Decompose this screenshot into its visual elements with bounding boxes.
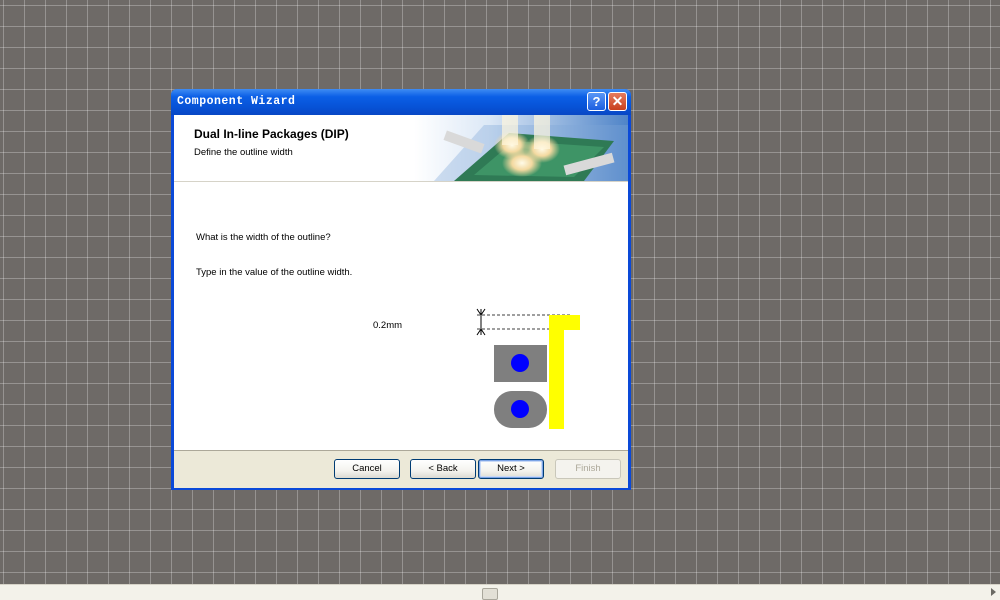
component-wizard-dialog: Component Wizard ? ✕ Dual In-line Packag… xyxy=(171,89,631,490)
back-button[interactable]: < Back xyxy=(410,459,476,479)
window-title: Component Wizard xyxy=(177,95,296,108)
finish-button: Finish xyxy=(555,459,621,479)
page-subtitle: Define the outline width xyxy=(194,147,293,158)
titlebar[interactable]: Component Wizard ? ✕ xyxy=(171,89,631,115)
horizontal-scrollbar[interactable] xyxy=(0,584,1000,600)
pcb-banner-image xyxy=(414,115,628,181)
wizard-footer: Cancel < Back Next > Finish xyxy=(174,450,628,488)
cancel-button[interactable]: Cancel xyxy=(334,459,400,479)
outline-width-diagram-icon xyxy=(476,308,580,429)
close-button[interactable]: ✕ xyxy=(608,92,627,111)
instruction-text: Type in the value of the outline width. xyxy=(196,267,353,278)
wizard-header: Dual In-line Packages (DIP) Define the o… xyxy=(174,115,628,182)
page-title: Dual In-line Packages (DIP) xyxy=(194,127,349,141)
outline-width-value[interactable]: 0.2mm xyxy=(373,320,402,331)
dialog-client-area: Dual In-line Packages (DIP) Define the o… xyxy=(174,115,628,488)
question-text: What is the width of the outline? xyxy=(196,232,331,243)
help-button[interactable]: ? xyxy=(587,92,606,111)
scroll-right-arrow-icon[interactable] xyxy=(991,588,996,596)
scrollbar-thumb[interactable] xyxy=(482,588,498,600)
next-button[interactable]: Next > xyxy=(478,459,544,479)
